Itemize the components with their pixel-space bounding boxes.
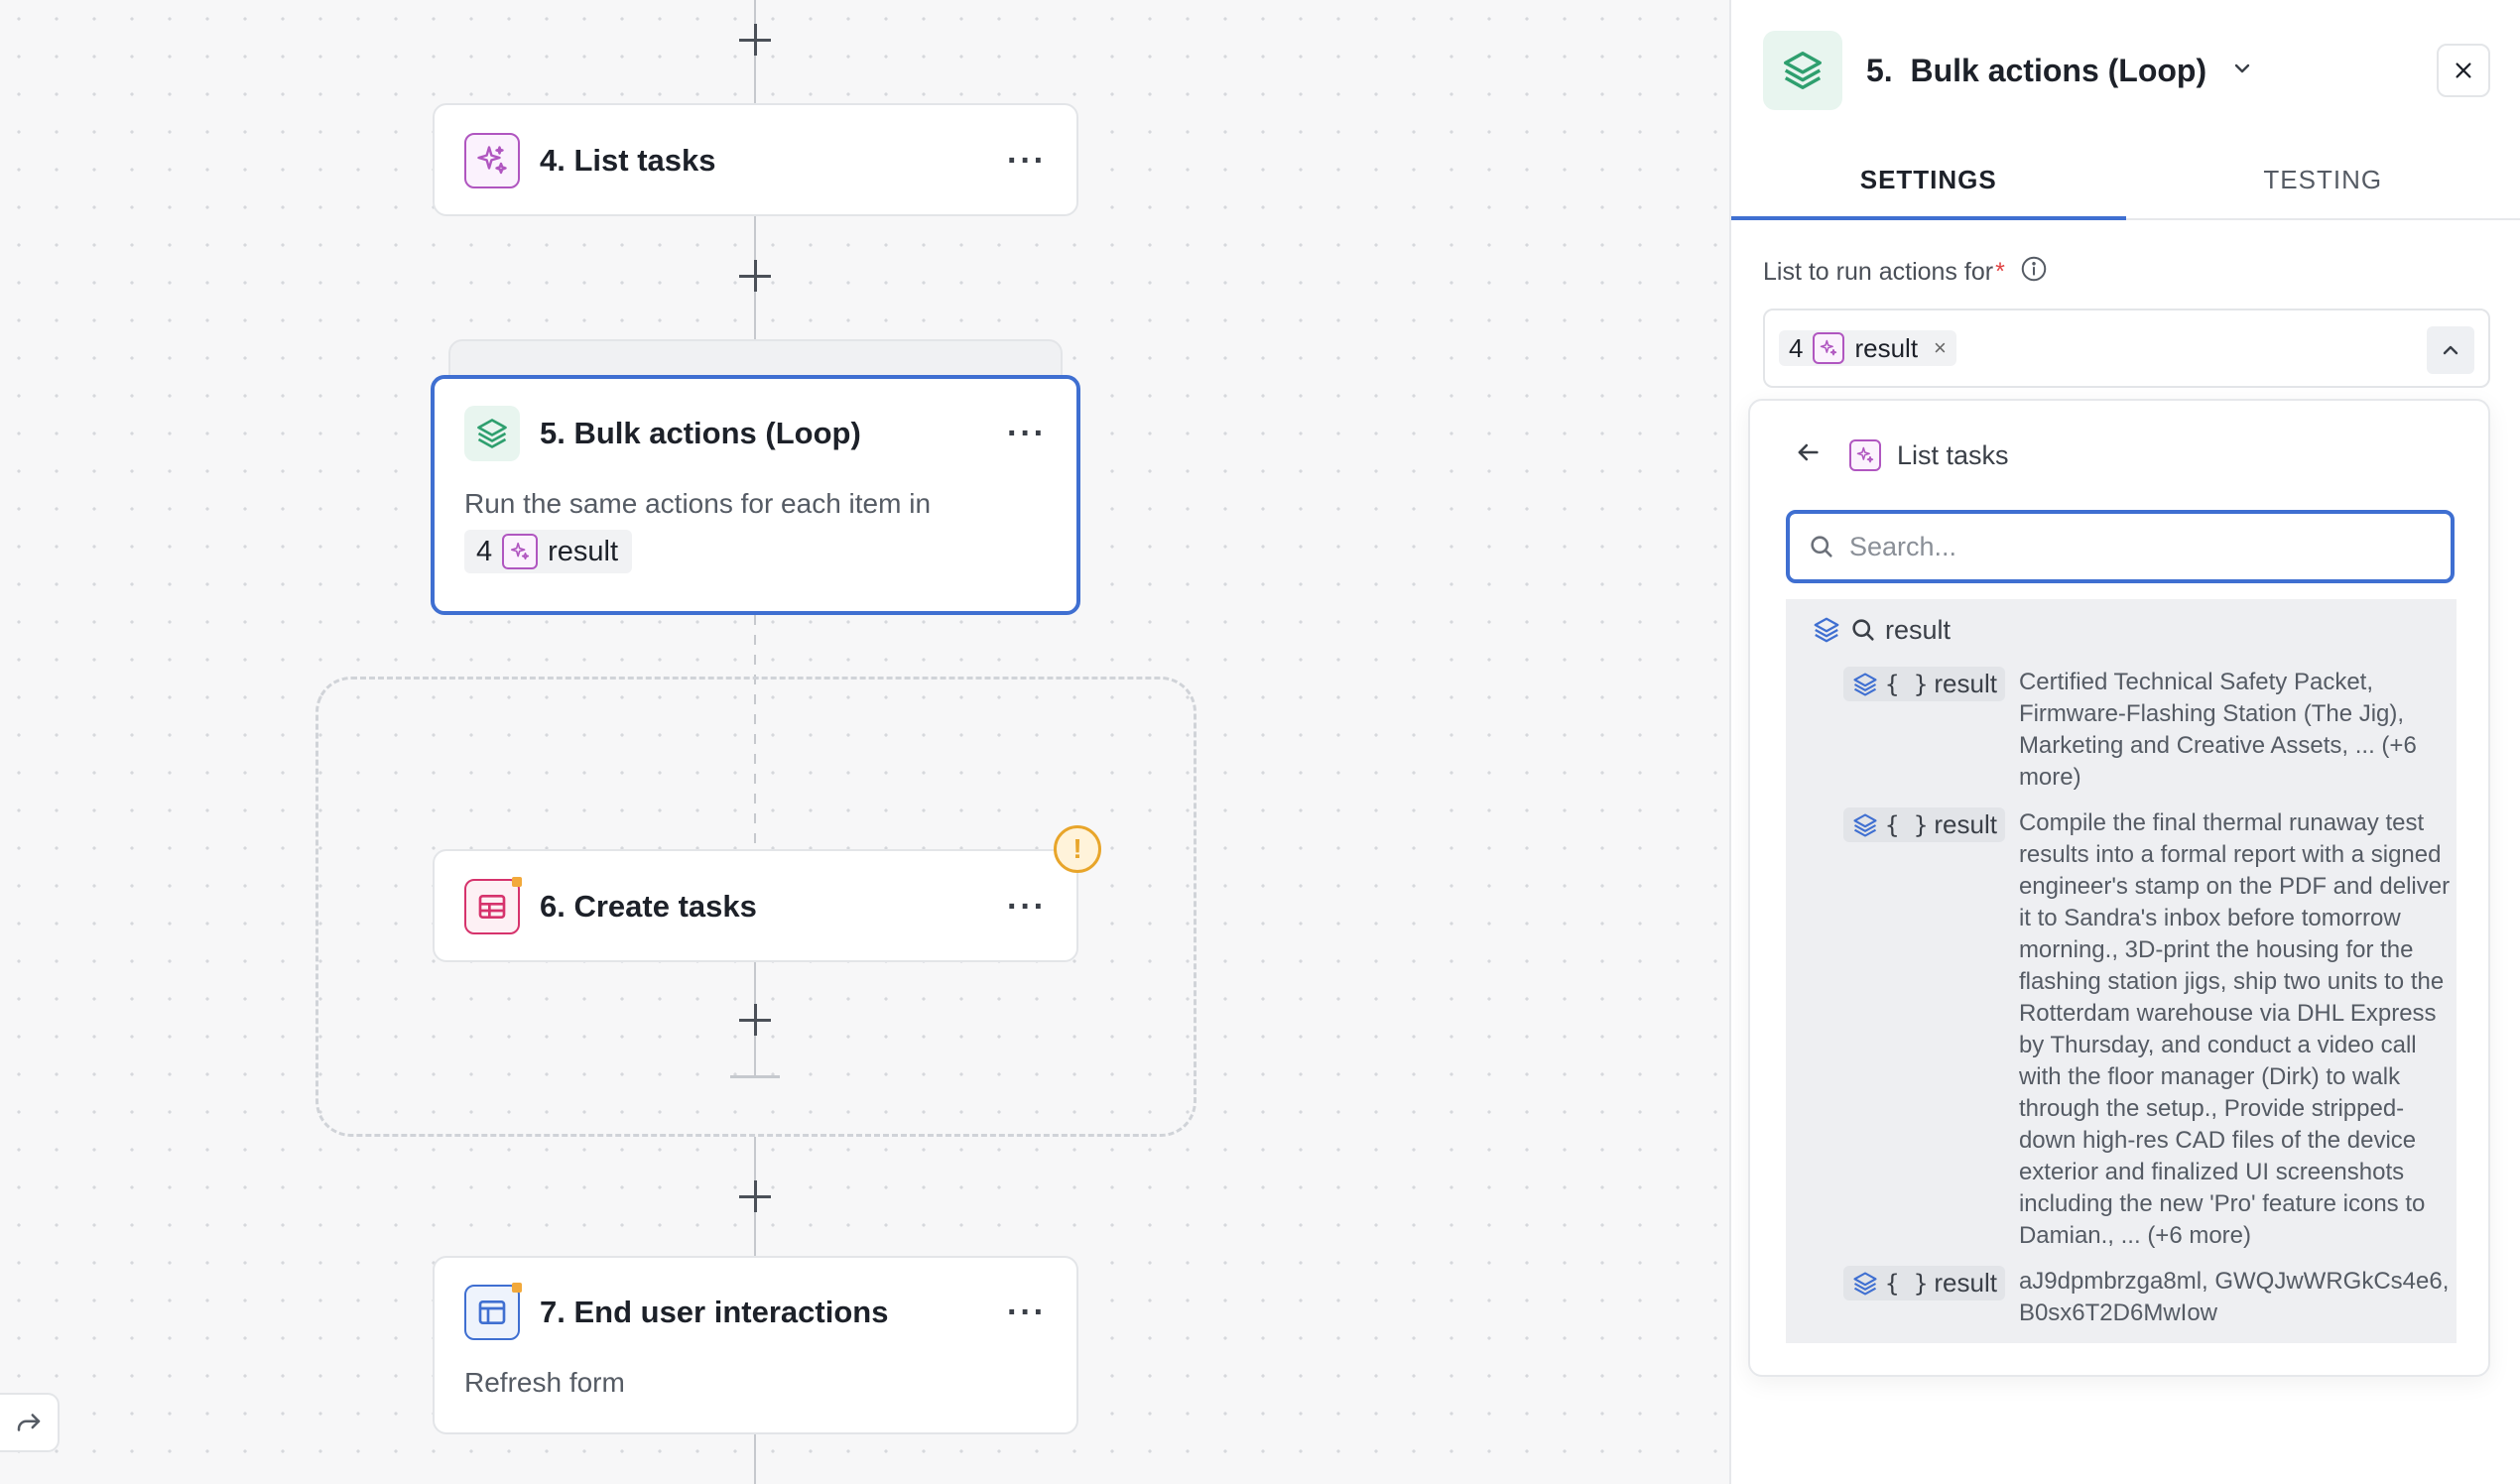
status-badge (512, 1283, 522, 1293)
variable-pill[interactable]: 4 result (464, 530, 633, 573)
loop-stack-decoration (448, 339, 1063, 379)
variable-key: { } result (1843, 807, 2005, 842)
search-input[interactable] (1849, 531, 2425, 562)
variable-value: aJ9dpmbrzga8ml, GWQJwWRGkCs4e6, B0sx6T2D… (2018, 1268, 2450, 1326)
variable-label: result (548, 535, 619, 567)
breadcrumb[interactable]: List tasks (1897, 440, 2009, 471)
add-step-button[interactable] (735, 256, 775, 296)
node-description: Refresh form (464, 1367, 625, 1398)
list-item[interactable]: { } result Certified Technical Safety Pa… (1786, 667, 2457, 794)
layers-icon (1814, 617, 1839, 643)
node-menu-button[interactable]: ··· (1007, 888, 1047, 927)
chevron-down-icon[interactable] (2230, 57, 2254, 85)
node-title: 4. List tasks (540, 143, 716, 178)
node-bulk-actions[interactable]: 5. Bulk actions (Loop) ··· Run the same … (431, 375, 1080, 615)
node-menu-button[interactable]: ··· (1007, 415, 1047, 453)
field-label: List to run actions for * (1763, 254, 2520, 291)
connector-line (754, 1434, 756, 1484)
layers-icon (1853, 1271, 1877, 1296)
layout-icon (464, 1283, 522, 1340)
ai-sparkle-icon (502, 534, 539, 569)
list-item[interactable]: { } result aJ9dpmbrzga8ml, GWQJwWRGkCs4e… (1786, 1266, 2457, 1329)
node-create-tasks[interactable]: 6. Create tasks ··· (433, 849, 1078, 962)
chevron-up-icon (2443, 345, 2458, 355)
results-list[interactable]: result { } result Certified Technical Sa… (1786, 599, 2457, 1343)
warning-icon[interactable]: ! (1054, 825, 1101, 873)
add-step-button[interactable] (735, 1176, 775, 1216)
step-number: 4 (476, 535, 493, 567)
layers-icon (1763, 31, 1842, 110)
node-title: 7. End user interactions (540, 1295, 889, 1329)
required-mark: * (1995, 258, 2005, 286)
node-end-user-interactions[interactable]: 7. End user interactions ··· Refresh for… (433, 1256, 1078, 1434)
workflow-canvas[interactable]: 4. List tasks ··· 5. Bulk actions (Loop)… (0, 0, 1729, 1484)
close-button[interactable] (2437, 44, 2490, 97)
field-label-text: List to run actions for (1763, 258, 1994, 286)
redo-icon (17, 1414, 41, 1431)
variable-label: result (1854, 332, 1919, 363)
variable-key: { } result (1843, 1266, 2005, 1300)
redo-button[interactable] (0, 1393, 60, 1452)
panel-title[interactable]: 5. Bulk actions (Loop) (1866, 53, 2206, 89)
braces-icon: { } (1885, 670, 1929, 698)
selected-variable-pill[interactable]: 4 result × (1779, 330, 1956, 366)
list-item[interactable]: { } result Compile the final thermal run… (1786, 807, 2457, 1252)
add-step-button[interactable] (735, 20, 775, 60)
tab-testing[interactable]: TESTING (2126, 141, 2520, 218)
step-number: 4 (1789, 332, 1804, 363)
node-description: Run the same actions for each item in (464, 488, 932, 519)
ai-sparkle-icon (1849, 439, 1881, 471)
list-item-label: result (1885, 614, 1952, 645)
variable-picker-dropdown: List tasks result { } result Certified T… (1748, 399, 2490, 1377)
node-title: 6. Create tasks (540, 889, 757, 924)
remove-variable-button[interactable]: × (1934, 335, 1947, 361)
layers-icon (464, 406, 520, 461)
panel-tabs: SETTINGS TESTING (1731, 141, 2520, 220)
variable-key-label: result (1934, 1268, 1997, 1298)
variable-key: { } result (1843, 667, 2005, 701)
info-icon[interactable] (2019, 254, 2049, 291)
list-item[interactable]: result (1786, 599, 2457, 661)
variable-value: Compile the final thermal runaway test r… (2018, 809, 2451, 1249)
search-icon (1811, 536, 1832, 557)
ai-sparkle-icon (464, 133, 520, 188)
variable-key-label: result (1934, 809, 1997, 839)
node-menu-button[interactable]: ··· (1007, 142, 1047, 181)
node-menu-button[interactable]: ··· (1007, 1294, 1047, 1332)
list-select[interactable]: 4 result × (1763, 309, 2490, 388)
search-icon (1852, 619, 1874, 641)
layers-icon (1853, 672, 1877, 696)
collapse-button[interactable] (2427, 326, 2474, 374)
node-title: 5. Bulk actions (Loop) (540, 416, 861, 450)
layers-icon (1853, 812, 1877, 837)
variable-value: Certified Technical Safety Packet, Firmw… (2018, 669, 2417, 791)
status-badge (512, 877, 522, 887)
table-icon (464, 877, 522, 934)
braces-icon: { } (1885, 810, 1929, 839)
back-arrow-icon[interactable] (1794, 438, 1822, 473)
loop-end-marker (730, 1075, 780, 1078)
variable-key-label: result (1934, 669, 1997, 698)
tab-settings[interactable]: SETTINGS (1731, 141, 2126, 220)
ai-sparkle-icon (1813, 332, 1845, 364)
node-list-tasks[interactable]: 4. List tasks ··· (433, 103, 1078, 216)
close-icon (2456, 62, 2471, 78)
braces-icon: { } (1885, 1269, 1929, 1298)
search-field[interactable] (1786, 510, 2455, 583)
